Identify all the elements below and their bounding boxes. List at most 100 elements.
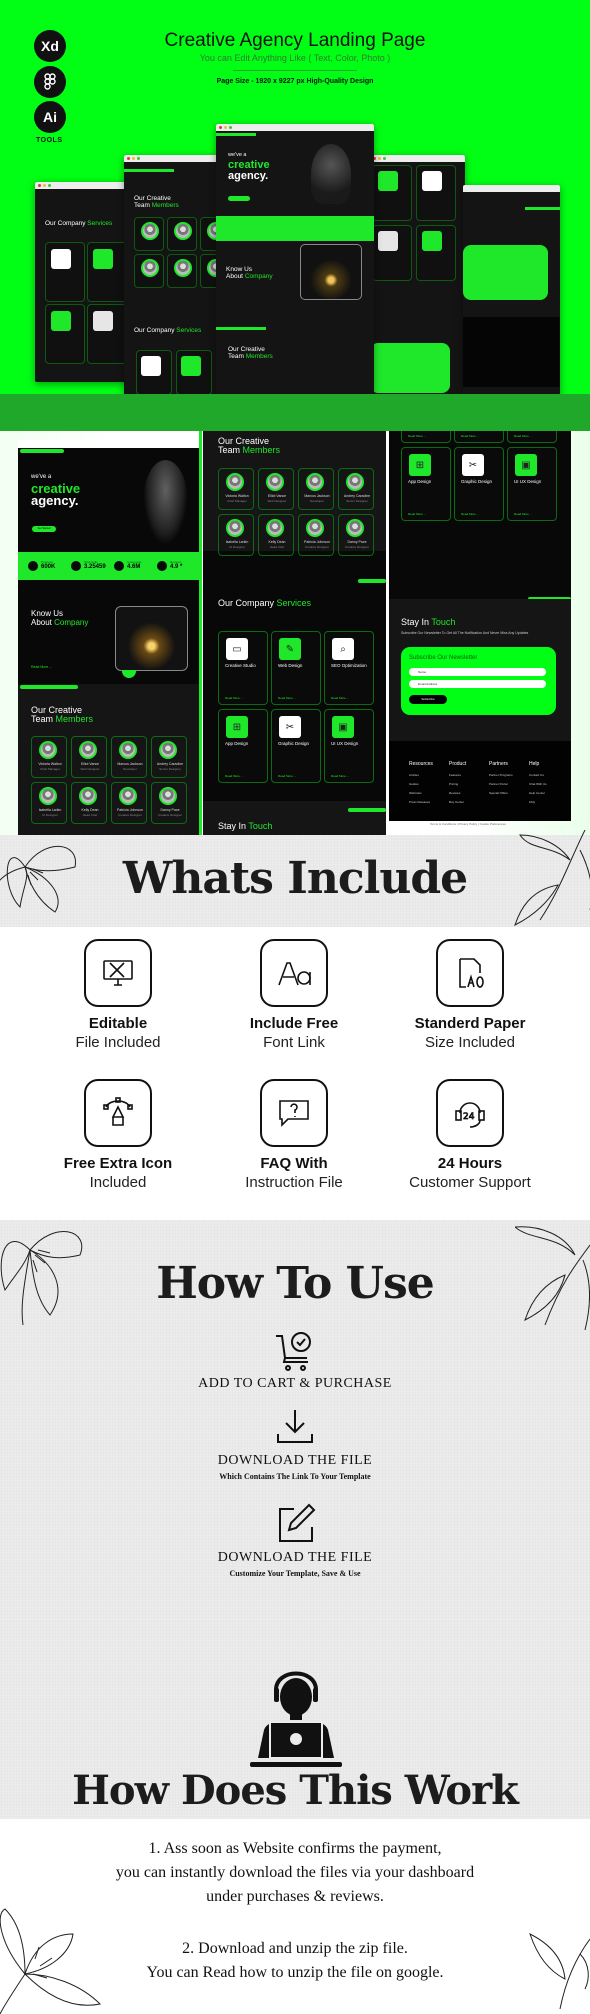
service-read-more[interactable]: Read More ... bbox=[461, 512, 479, 516]
service-card[interactable]: ✎Web DesignRead More ... bbox=[454, 431, 504, 443]
service-card[interactable]: ✂ Graphic Design Read More ... bbox=[454, 447, 504, 521]
footer-link[interactable]: Features bbox=[449, 773, 466, 777]
footer-link[interactable]: Chat With Us bbox=[529, 782, 547, 786]
team-member-card[interactable]: Kelly Dean Head Chef bbox=[258, 514, 294, 556]
cart-check-icon bbox=[276, 1332, 311, 1371]
download-icon bbox=[277, 1410, 313, 1443]
divider-band bbox=[0, 394, 590, 431]
service-read-more[interactable]: Read More ... bbox=[514, 434, 532, 438]
team-member-role: Head Chef bbox=[82, 813, 98, 817]
lightbulb-image bbox=[143, 460, 188, 545]
service-name: Web Design bbox=[278, 663, 303, 668]
team-member-card[interactable]: Victoria Walton Chief Manager bbox=[218, 468, 254, 510]
team-member-avatar bbox=[39, 787, 57, 805]
feature-item: Editable File Included bbox=[33, 939, 203, 1051]
newsletter-email-input[interactable]: Email Address bbox=[409, 680, 546, 688]
step-2-title: DOWNLOAD THE FILE bbox=[217, 1453, 373, 1468]
service-card[interactable]: ⌕SEO OptimizationRead More ... bbox=[324, 631, 374, 705]
mockup-screen-hero: we've a creative agency. Know Us About Co… bbox=[216, 124, 374, 394]
service-read-more[interactable]: Read More ... bbox=[331, 696, 349, 700]
stat-icon bbox=[71, 561, 81, 571]
service-read-more[interactable]: Read More ... bbox=[225, 774, 243, 778]
team-member-card[interactable]: Danny Pace Creative Designer bbox=[338, 514, 374, 556]
team-member-card[interactable]: Elliot Vance Web Designer bbox=[71, 736, 107, 778]
footer-bottom-links[interactable]: Terms & Conditions | Privacy Policy | Co… bbox=[430, 822, 506, 826]
service-read-more[interactable]: Read More ... bbox=[408, 434, 426, 438]
footer-link[interactable]: Buy Center bbox=[449, 800, 466, 804]
service-card[interactable]: ✂ Graphic Design Read More ... bbox=[271, 709, 321, 783]
team-member-name: Danny Pace bbox=[160, 808, 180, 812]
service-name: SEO Optimization bbox=[331, 663, 367, 668]
team-member-card[interactable]: Andrey Caradine Senior Designer bbox=[151, 736, 187, 778]
service-card[interactable]: ⊞ App Design Read More ... bbox=[401, 447, 451, 521]
team-member-role: Creative Designer bbox=[344, 545, 369, 549]
stat-icon bbox=[114, 561, 124, 571]
team-member-card[interactable]: Elliot Vance Web Designer bbox=[258, 468, 294, 510]
stat-value: 4.9 * bbox=[170, 564, 183, 570]
team-member-avatar bbox=[266, 519, 284, 537]
feature-item: FAQ With Instruction File bbox=[209, 1079, 379, 1191]
team-member-card[interactable]: Marcus Jackson Developer bbox=[111, 736, 147, 778]
team-member-role: Chief Manager bbox=[40, 767, 60, 771]
team-member-card[interactable]: Isabella Larkin UI Designer bbox=[31, 782, 67, 824]
service-read-more[interactable]: Read More ... bbox=[461, 434, 479, 438]
team-member-role: UI Designer bbox=[42, 813, 58, 817]
team-member-card[interactable]: Patricia Johnson Creative Designer bbox=[111, 782, 147, 824]
service-card[interactable]: ▣ UI UX Design Read More ... bbox=[324, 709, 374, 783]
footer-link[interactable]: Articles bbox=[409, 773, 433, 777]
mockup-screen-services: Our Company Services bbox=[35, 182, 130, 382]
service-read-more[interactable]: Read More ... bbox=[331, 774, 349, 778]
footer-link[interactable]: Pricing bbox=[449, 782, 466, 786]
footer-link[interactable]: Help Center bbox=[529, 791, 547, 795]
team-member-role: Creative Designer bbox=[117, 813, 142, 817]
features-grid: Editable File Included Include Free Font Li… bbox=[0, 927, 590, 1220]
footer-link[interactable]: Reviews bbox=[449, 791, 466, 795]
service-read-more[interactable]: Read More ... bbox=[225, 696, 243, 700]
touch-heading: Stay In Touch bbox=[218, 821, 273, 831]
team-member-avatar bbox=[226, 473, 244, 491]
service-read-more[interactable]: Read More ... bbox=[408, 512, 426, 516]
service-card[interactable]: ▭Creative StudioRead More ... bbox=[401, 431, 451, 443]
ai-tool-badge: Ai bbox=[34, 101, 66, 133]
step-3-subtitle: Customize Your Template, Save & Use bbox=[229, 1569, 361, 1578]
footer-link[interactable]: Partner Portal bbox=[489, 782, 513, 786]
team-member-role: Chief Manager bbox=[227, 499, 247, 503]
service-read-more[interactable]: Read More ... bbox=[278, 696, 296, 700]
footer-link[interactable]: Partner Programs bbox=[489, 773, 513, 777]
instruction-paragraph-1: 1. Ass soon as Website confirms the paym… bbox=[115, 1840, 475, 1905]
service-card[interactable]: ▣ UI UX Design Read More ... bbox=[507, 447, 557, 521]
feature-item: 24 24 Hours Customer Support bbox=[385, 1079, 555, 1191]
service-name: Graphic Design bbox=[461, 479, 493, 484]
service-card[interactable]: ⊞ App Design Read More ... bbox=[218, 709, 268, 783]
service-read-more[interactable]: Read More ... bbox=[278, 774, 296, 778]
team-member-card[interactable]: Patricia Johnson Creative Designer bbox=[298, 514, 334, 556]
team-member-card[interactable]: Victoria Walton Chief Manager bbox=[31, 736, 67, 778]
how-it-works-title: How Does This Work bbox=[72, 1767, 519, 1814]
footer-link[interactable]: Guides bbox=[409, 782, 433, 786]
feature-title: Include Free bbox=[249, 1015, 339, 1032]
team-member-card[interactable]: Andrey Caradine Senior Designer bbox=[338, 468, 374, 510]
footer-link[interactable]: FAQ bbox=[529, 800, 547, 804]
team-member-name: Isabella Larkin bbox=[38, 808, 62, 812]
get-started-button[interactable]: Get Started bbox=[32, 526, 56, 532]
footer-link[interactable]: Special Offers bbox=[489, 791, 513, 795]
service-card[interactable]: ▭Creative StudioRead More ... bbox=[218, 631, 268, 705]
service-read-more[interactable]: Read More ... bbox=[514, 512, 532, 516]
team-member-name: Victoria Walton bbox=[225, 494, 249, 498]
how-to-use-title: How To Use bbox=[156, 1258, 435, 1309]
footer-link[interactable]: Press Releases bbox=[409, 800, 433, 804]
team-member-card[interactable]: Danny Pace Creative Designer bbox=[151, 782, 187, 824]
footer-link[interactable]: Contact Us bbox=[529, 773, 547, 777]
service-card[interactable]: ✎Web DesignRead More ... bbox=[271, 631, 321, 705]
service-card[interactable]: ⌕SEO OptimizationRead More ... bbox=[507, 431, 557, 443]
mockup-screen-services-right bbox=[370, 155, 465, 394]
subscribe-button[interactable]: Subscribe bbox=[409, 695, 447, 704]
team-member-name: Isabella Larkin bbox=[225, 540, 249, 544]
team-member-card[interactable]: Kelly Dean Head Chef bbox=[71, 782, 107, 824]
newsletter-name-input[interactable]: Name bbox=[409, 668, 546, 676]
footer-link[interactable]: Webinars bbox=[409, 791, 433, 795]
service-name: App Design bbox=[408, 479, 432, 484]
about-read-more[interactable]: Read More ... bbox=[31, 665, 52, 669]
team-member-card[interactable]: Isabella Larkin UI Designer bbox=[218, 514, 254, 556]
team-member-card[interactable]: Marcus Jackson Developer bbox=[298, 468, 334, 510]
